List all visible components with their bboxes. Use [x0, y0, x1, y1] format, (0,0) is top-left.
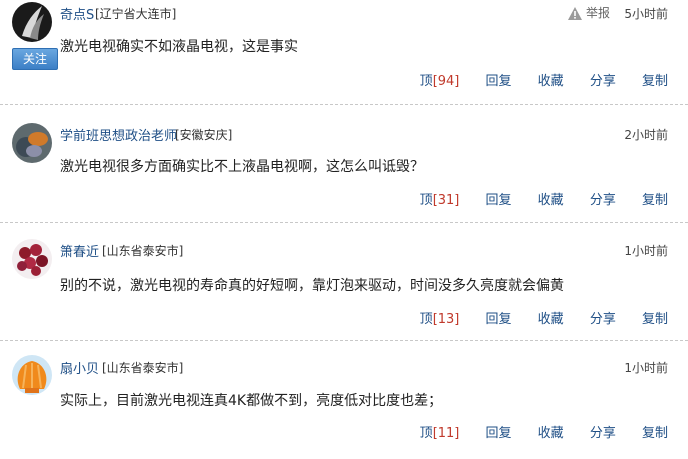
timestamp: 1小时前 [624, 244, 668, 258]
warning-icon [567, 7, 582, 20]
upvote-count: [11] [432, 426, 460, 441]
upvote-label: 顶 [419, 193, 433, 208]
report-label: 举报 [585, 6, 610, 20]
commenter-location: [安徽安庆] [175, 128, 233, 142]
share-button[interactable]: 分享 [590, 312, 616, 327]
upvote-count: [31] [432, 193, 460, 208]
upvote-button[interactable]: 顶[31] [420, 193, 460, 208]
comment-text: 激光电视很多方面确实比不上液晶电视啊，这怎么叫诋毁？ [60, 159, 424, 175]
avatar[interactable] [12, 355, 52, 395]
timestamp: 1小时前 [624, 361, 668, 375]
comment-item: 关注 奇点S [辽宁省大连市] 举报 5小时前 激光电视确实不如液晶电视，这是事… [0, 0, 688, 105]
report-button[interactable]: 举报 [567, 4, 610, 21]
timestamp: 5小时前 [624, 7, 668, 21]
collect-button[interactable]: 收藏 [538, 74, 564, 89]
collect-button[interactable]: 收藏 [538, 312, 564, 327]
comment-item: 扇小贝 [山东省泰安市] 1小时前 实际上，目前激光电视连真4K都做不到，亮度低… [0, 341, 688, 459]
commenter-name[interactable]: 奇点S [60, 4, 94, 23]
comment-text: 实际上，目前激光电视连真4K都做不到，亮度低对比度也差； [60, 393, 443, 409]
copy-button[interactable]: 复制 [642, 193, 668, 208]
comment-text: 激光电视确实不如液晶电视，这是事实 [60, 39, 298, 55]
reply-button[interactable]: 回复 [486, 312, 512, 327]
comment-item: 学前班思想政治老师 [安徽安庆] 2小时前 激光电视很多方面确实比不上液晶电视啊… [0, 105, 688, 223]
avatar[interactable] [12, 239, 52, 279]
commenter-name[interactable]: 扇小贝 [60, 358, 99, 377]
upvote-button[interactable]: 顶[11] [420, 426, 460, 441]
reply-button[interactable]: 回复 [486, 426, 512, 441]
timestamp: 2小时前 [624, 128, 668, 142]
comment-item: 箫春近 [山东省泰安市] 1小时前 别的不说，激光电视的寿命真的好短啊，靠灯泡来… [0, 223, 688, 341]
reply-button[interactable]: 回复 [486, 74, 512, 89]
copy-button[interactable]: 复制 [642, 312, 668, 327]
upvote-label: 顶 [419, 312, 433, 327]
commenter-name[interactable]: 学前班思想政治老师 [60, 125, 177, 144]
copy-button[interactable]: 复制 [642, 426, 668, 441]
commenter-location: [山东省泰安市] [102, 244, 184, 258]
upvote-label: 顶 [419, 74, 433, 89]
collect-button[interactable]: 收藏 [538, 193, 564, 208]
upvote-label: 顶 [419, 426, 433, 441]
comment-actions: 顶[13] 回复 收藏 分享 复制 [420, 308, 668, 327]
share-button[interactable]: 分享 [590, 426, 616, 441]
follow-button[interactable]: 关注 [12, 48, 58, 70]
comment-text: 别的不说，激光电视的寿命真的好短啊，靠灯泡来驱动，时间没多久亮度就会偏黄 [60, 278, 564, 294]
avatar[interactable] [12, 2, 52, 42]
collect-button[interactable]: 收藏 [538, 426, 564, 441]
commenter-location: [山东省泰安市] [102, 361, 184, 375]
upvote-count: [94] [432, 74, 460, 89]
comment-actions: 顶[11] 回复 收藏 分享 复制 [420, 422, 668, 441]
comment-actions: 顶[31] 回复 收藏 分享 复制 [420, 189, 668, 208]
share-button[interactable]: 分享 [590, 193, 616, 208]
share-button[interactable]: 分享 [590, 74, 616, 89]
commenter-location: [辽宁省大连市] [95, 7, 177, 21]
avatar[interactable] [12, 123, 52, 163]
upvote-button[interactable]: 顶[94] [420, 74, 460, 89]
copy-button[interactable]: 复制 [642, 74, 668, 89]
comment-actions: 顶[94] 回复 收藏 分享 复制 [420, 70, 668, 89]
commenter-name[interactable]: 箫春近 [60, 241, 99, 260]
upvote-count: [13] [432, 312, 460, 327]
upvote-button[interactable]: 顶[13] [420, 312, 460, 327]
reply-button[interactable]: 回复 [486, 193, 512, 208]
